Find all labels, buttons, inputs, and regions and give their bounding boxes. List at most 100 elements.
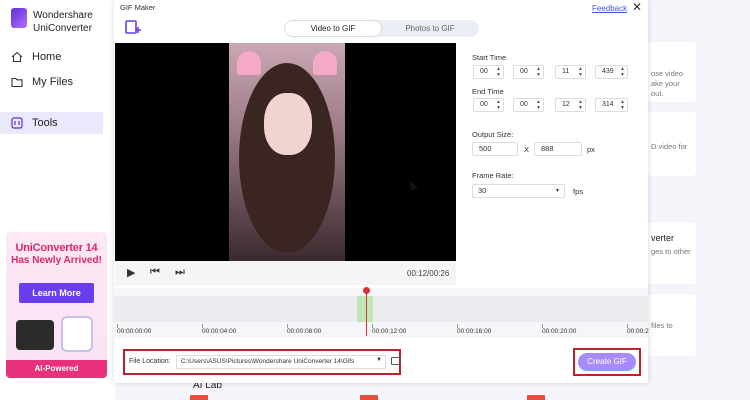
start-hours-input[interactable]: 00 ▲ ▼	[473, 65, 504, 79]
learn-more-button[interactable]: Learn More	[19, 283, 94, 303]
next-frame-icon[interactable]: ⏭	[175, 266, 185, 279]
camera-image	[16, 320, 54, 350]
tool-thumb	[190, 395, 208, 400]
end-seconds-value: 12	[562, 101, 570, 108]
stepper-icon[interactable]: ▲ ▼	[496, 99, 501, 111]
fps-unit-label: fps	[573, 187, 584, 196]
sidebar-item-home[interactable]: Home	[0, 46, 115, 68]
player-controls: ▶ ⏮ ⏭ 00:12/00:26	[115, 261, 456, 285]
start-time-label: Start Time	[472, 53, 507, 62]
play-icon[interactable]: ▶	[127, 266, 135, 279]
sidebar-item-label: My Files	[32, 76, 73, 88]
file-location-label: File Location:	[129, 358, 171, 365]
stepper-icon[interactable]: ▲ ▼	[578, 99, 583, 111]
timeline-tick-label: 00:00:16:00	[457, 328, 492, 335]
stepper-icon[interactable]: ▲ ▼	[496, 66, 501, 78]
tab-photos-to-gif[interactable]: Photos to GIF	[382, 21, 478, 36]
end-seconds-input[interactable]: 12 ▲ ▼	[555, 98, 586, 112]
promo-title: UniConverter 14	[15, 242, 98, 254]
brand-line-1: Wondershare	[33, 10, 93, 21]
stepper-icon[interactable]: ▲ ▼	[620, 99, 625, 111]
stepper-icon[interactable]: ▲ ▼	[578, 66, 583, 78]
feedback-link[interactable]: Feedback	[592, 4, 627, 13]
hair-shape	[239, 63, 335, 253]
start-milliseconds-value: 439	[602, 68, 614, 75]
selection-range-handle[interactable]	[357, 296, 373, 322]
timecode: 00:12/00:26	[407, 269, 450, 278]
end-hours-value: 00	[480, 101, 488, 108]
timeline-tick-label: 00:00:04:00	[202, 328, 237, 335]
home-icon	[11, 51, 23, 63]
stepper-icon[interactable]: ▲ ▼	[536, 99, 541, 111]
output-width-input[interactable]: 500	[472, 142, 518, 156]
end-hours-input[interactable]: 00 ▲ ▼	[473, 98, 504, 112]
tool-card-title: verter	[651, 233, 675, 243]
end-milliseconds-value: 314	[602, 101, 614, 108]
chevron-down-icon[interactable]: ▼	[376, 357, 382, 363]
sidebar-item-tools[interactable]: Tools	[0, 112, 103, 134]
sidebar-item-label: Tools	[32, 117, 58, 129]
close-icon[interactable]: ✕	[632, 0, 642, 14]
app-window: Wondershare UniConverter Home My Files T…	[0, 0, 750, 400]
tool-card-text: out.	[651, 89, 664, 98]
size-separator: X	[524, 145, 530, 154]
frame-rate-value: 30	[478, 186, 487, 195]
tab-video-to-gif[interactable]: Video to GIF	[285, 21, 381, 36]
promo-subtitle: Has Newly Arrived!	[11, 255, 102, 266]
tools-icon	[11, 117, 23, 129]
tool-card[interactable]: ose video ake your out.	[648, 42, 696, 102]
stepper-icon[interactable]: ▲ ▼	[536, 66, 541, 78]
tool-card-text: files to	[651, 321, 673, 330]
file-location-select[interactable]: C:\Users\ASUS\Pictures\Wondershare UniCo…	[176, 355, 386, 369]
brand-line-2: UniConverter	[33, 23, 92, 34]
timeline[interactable]: 00:00:00:00 00:00:04:00 00:00:08:00 00:0…	[114, 287, 649, 338]
gif-maker-dialog: GIF Maker Feedback ✕ Video to GIF Photos…	[114, 0, 649, 383]
end-time-label: End Time	[472, 87, 504, 96]
sidebar-item-label: Home	[32, 51, 62, 63]
app-logo-icon	[11, 8, 27, 28]
end-milliseconds-input[interactable]: 314 ▲ ▼	[595, 98, 628, 112]
promo-banner[interactable]: UniConverter 14 Has Newly Arrived! Learn…	[6, 232, 107, 378]
start-minutes-input[interactable]: 00 ▲ ▼	[513, 65, 544, 79]
tool-card[interactable]: verter ges to other	[648, 222, 696, 284]
folder-icon[interactable]	[391, 357, 401, 365]
device-image	[61, 316, 93, 352]
dialog-title: GIF Maker	[120, 3, 156, 12]
start-seconds-input[interactable]: 11 ▲ ▼	[555, 65, 586, 79]
start-minutes-value: 00	[520, 68, 528, 75]
frame-rate-select[interactable]: 30 ▾	[472, 184, 565, 198]
ear-shape	[237, 51, 261, 75]
add-file-icon[interactable]	[124, 19, 142, 37]
tool-thumb	[360, 395, 378, 400]
start-seconds-value: 11	[562, 68, 570, 75]
previous-frame-icon[interactable]: ⏮	[150, 266, 160, 279]
create-gif-button[interactable]: Create GIF	[578, 353, 636, 371]
sidebar: Wondershare UniConverter Home My Files T…	[0, 0, 115, 400]
ear-shape	[313, 51, 337, 75]
tool-card[interactable]: files to	[648, 294, 696, 356]
mode-tabs: Video to GIF Photos to GIF	[284, 20, 479, 37]
brand-name: Wondershare UniConverter	[33, 9, 113, 35]
playhead-handle-icon[interactable]	[363, 287, 370, 294]
stepper-icon[interactable]: ▲ ▼	[620, 66, 625, 78]
end-minutes-input[interactable]: 00 ▲ ▼	[513, 98, 544, 112]
output-height-input[interactable]: 888	[534, 142, 582, 156]
playhead[interactable]	[366, 288, 367, 336]
sidebar-item-my-files[interactable]: My Files	[0, 71, 115, 93]
tool-card-text: ake your	[651, 79, 680, 88]
create-gif-highlight: Create GIF	[573, 348, 641, 376]
tool-card[interactable]: D video for	[648, 112, 696, 176]
frame-rate-label: Frame Rate:	[472, 171, 514, 180]
file-location-group: File Location: C:\Users\ASUS\Pictures\Wo…	[123, 349, 401, 375]
start-milliseconds-input[interactable]: 439 ▲ ▼	[595, 65, 628, 79]
timeline-tick-label: 00:00:20:00	[542, 328, 577, 335]
tool-card-text: ose video	[651, 69, 684, 78]
timeline-track[interactable]	[114, 296, 648, 322]
px-unit-label: px	[587, 145, 595, 154]
ai-powered-badge: AI-Powered	[6, 360, 107, 378]
tool-card-text: ges to other	[651, 247, 691, 256]
chevron-down-icon: ▾	[555, 188, 559, 194]
bottom-bar: File Location: C:\Users\ASUS\Pictures\Wo…	[114, 338, 648, 383]
tool-thumb	[527, 395, 545, 400]
video-preview[interactable]	[115, 43, 456, 261]
